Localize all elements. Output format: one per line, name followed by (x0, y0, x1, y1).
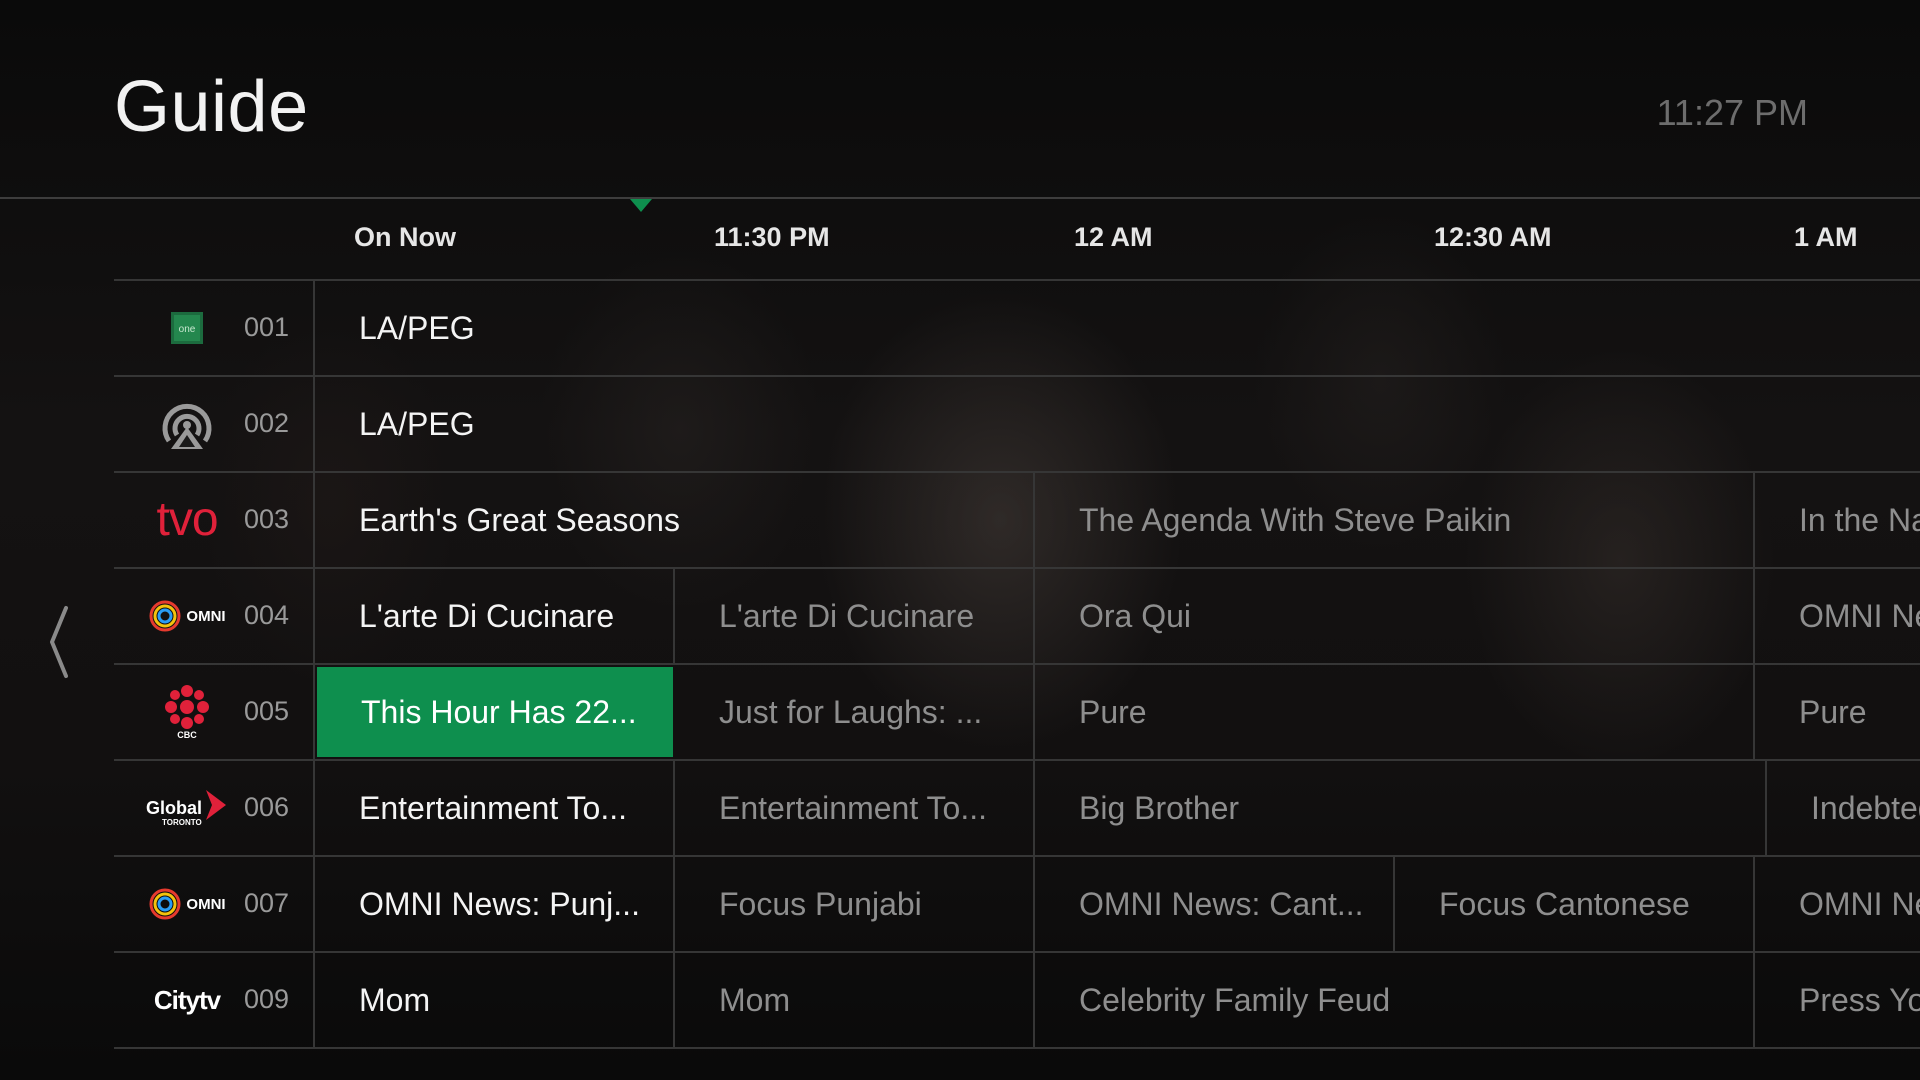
program-cell[interactable]: LA/PEG (315, 281, 1920, 375)
time-slot-on-now: On Now (354, 222, 456, 252)
clock: 11:27 PM (1656, 92, 1808, 133)
channel-row-002: 002 LA/PEG (114, 377, 1920, 473)
channel-row-006: Global TORONTO 006 Entertainment To... E… (114, 761, 1920, 857)
channel-number: 001 (244, 312, 290, 342)
channel-number: 007 (244, 888, 290, 918)
broadcast-signal-icon (128, 394, 246, 454)
channel-row-001: one 001 LA/PEG (114, 281, 1920, 377)
one-logo-icon: one (128, 298, 246, 358)
channel-cell[interactable]: tvo 003 (114, 473, 315, 567)
program-cell[interactable]: Pure (1755, 665, 1920, 759)
channel-cell[interactable]: OMNI 007 (114, 857, 315, 951)
channel-cell[interactable]: OMNI 004 (114, 569, 315, 663)
channel-row-005: CBC 005 This Hour Has 22... Just for Lau… (114, 665, 1920, 761)
global-toronto-logo-icon: Global TORONTO (128, 778, 246, 838)
svg-text:one: one (179, 324, 196, 335)
omni-logo-icon: OMNI (128, 874, 246, 934)
program-cell-focused[interactable]: This Hour Has 22... (317, 667, 673, 757)
channel-row-003: tvo 003 Earth's Great Seasons The Agenda… (114, 473, 1920, 569)
channel-number: 003 (244, 504, 290, 534)
time-slot-1130pm: 11:30 PM (714, 222, 830, 252)
program-cell[interactable]: L'arte Di Cucinare (315, 569, 675, 663)
program-cell[interactable]: Focus Punjabi (675, 857, 1035, 951)
citytv-logo-icon: Citytv (153, 984, 221, 1015)
program-cell[interactable]: OMNI News: Cant... (1035, 857, 1395, 951)
channel-cell[interactable]: 002 (114, 377, 315, 471)
time-slot-1am: 1 AM (1794, 222, 1858, 252)
back-arrow-icon[interactable] (42, 602, 82, 682)
channel-cell[interactable]: CBC 005 (114, 665, 315, 759)
program-cell[interactable]: OMNI Ne (1755, 857, 1920, 951)
program-cell[interactable]: Big Brother (1035, 761, 1767, 855)
program-cell[interactable]: Just for Laughs: ... (675, 665, 1035, 759)
program-cell[interactable]: OMNI Ne (1755, 569, 1920, 663)
channel-number: 009 (244, 984, 290, 1014)
channel-number: 004 (244, 600, 290, 630)
time-slot-1230am: 12:30 AM (1434, 222, 1552, 252)
channel-row-009: Citytv 009 Mom Mom Celebrity Family Feud… (114, 953, 1920, 1049)
program-cell[interactable]: Entertainment To... (315, 761, 675, 855)
tvo-logo-icon: tvo (156, 493, 218, 546)
program-cell[interactable]: The Agenda With Steve Paikin (1035, 473, 1755, 567)
program-cell[interactable]: Entertainment To... (675, 761, 1035, 855)
channel-cell[interactable]: Citytv 009 (114, 953, 315, 1047)
header-divider (0, 197, 1920, 199)
program-cell[interactable]: Indebted (1767, 761, 1920, 855)
channel-number: 006 (244, 792, 290, 822)
channel-cell[interactable]: Global TORONTO 006 (114, 761, 315, 855)
channel-row-007: OMNI 007 OMNI News: Punj... Focus Punjab… (114, 857, 1920, 953)
program-cell[interactable]: In the Na (1755, 473, 1920, 567)
program-cell[interactable]: Pure (1035, 665, 1755, 759)
channel-row-004: OMNI 004 L'arte Di Cucinare L'arte Di Cu… (114, 569, 1920, 665)
channel-number: 002 (244, 408, 290, 438)
program-cell[interactable]: OMNI News: Punj... (315, 857, 675, 951)
program-cell[interactable]: Ora Qui (1035, 569, 1755, 663)
program-cell[interactable]: Mom (315, 953, 675, 1047)
program-cell[interactable]: Press Yo (1755, 953, 1920, 1047)
program-cell[interactable]: Celebrity Family Feud (1035, 953, 1755, 1047)
channel-cell[interactable]: one 001 (114, 281, 315, 375)
timeline-header: On Now 11:30 PM 12 AM 12:30 AM 1 AM (0, 222, 1920, 262)
program-cell[interactable]: L'arte Di Cucinare (675, 569, 1035, 663)
page-title: Guide (114, 67, 309, 147)
time-slot-12am: 12 AM (1074, 222, 1153, 252)
program-cell[interactable]: Focus Cantonese (1395, 857, 1755, 951)
program-cell[interactable]: Earth's Great Seasons (315, 473, 1035, 567)
channel-number: 005 (244, 696, 290, 726)
cbc-logo-icon: CBC (128, 682, 246, 742)
omni-logo-icon: OMNI (128, 586, 246, 646)
program-cell[interactable]: LA/PEG (315, 377, 1920, 471)
program-cell[interactable]: Mom (675, 953, 1035, 1047)
current-time-marker-icon (630, 199, 652, 212)
